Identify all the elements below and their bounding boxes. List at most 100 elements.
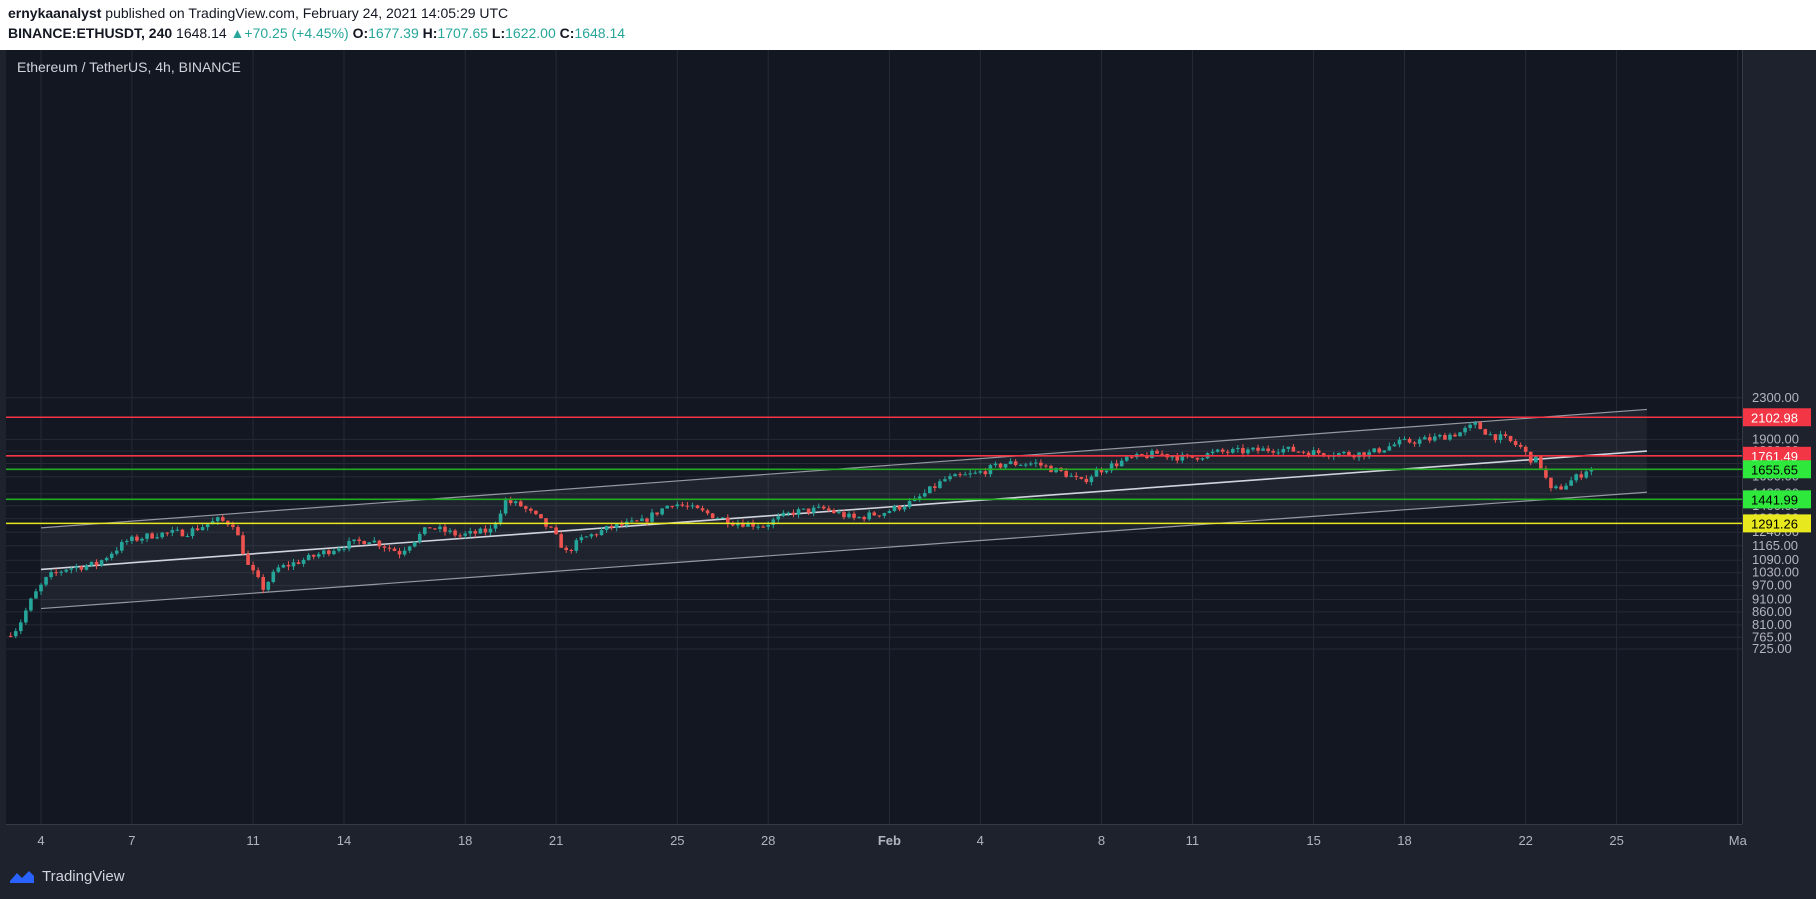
candle-body: [776, 516, 781, 520]
candle-body: [1458, 432, 1462, 437]
candle-body: [806, 508, 811, 513]
candle-body: [39, 584, 43, 592]
candle-body: [564, 547, 568, 551]
candle-body: [286, 564, 291, 567]
candle-body: [59, 571, 63, 573]
candle-body: [69, 568, 74, 570]
candle-body: [135, 536, 139, 541]
candle-body: [150, 533, 154, 539]
author-name[interactable]: ernykaanalyst: [8, 5, 101, 21]
price-change: +70.25 (+4.45%): [244, 25, 349, 41]
candle-body: [1316, 450, 1321, 454]
candle-body: [534, 510, 538, 515]
level-price-label: 2102.98: [1751, 410, 1798, 425]
candle-body: [170, 530, 175, 533]
candle-body: [1200, 458, 1205, 460]
candle-body: [306, 554, 311, 560]
candle-body: [1089, 476, 1094, 483]
candle-body: [1448, 434, 1452, 440]
tradingview-logo-icon: [10, 871, 34, 883]
candle-body: [402, 550, 407, 555]
candle-body: [155, 537, 159, 539]
time-tick-label: Feb: [878, 833, 901, 848]
candle-body: [1074, 475, 1079, 478]
candle-body: [1114, 463, 1119, 467]
time-tick-label: 18: [458, 833, 472, 848]
candle-body: [1215, 449, 1220, 452]
candle-body: [756, 526, 760, 528]
candle-body: [84, 565, 89, 570]
candle-body: [958, 474, 962, 476]
candle-body: [862, 516, 866, 520]
candle-body: [842, 512, 846, 518]
candle-body: [1220, 449, 1225, 452]
candle-body: [1397, 439, 1402, 445]
candle-body: [1251, 447, 1255, 450]
open-value: 1677.39: [368, 25, 419, 41]
candle-body: [559, 534, 563, 548]
candle-body: [1241, 447, 1245, 454]
candle-body: [630, 520, 634, 522]
candle-body: [271, 571, 276, 582]
level-price-label: 1291.26: [1751, 516, 1798, 531]
candle-body: [327, 550, 331, 555]
candle-body: [503, 500, 508, 514]
candle-body: [1422, 437, 1427, 440]
publish-info: ernykaanalyst published on TradingView.c…: [8, 5, 508, 21]
candle-body: [1261, 448, 1265, 451]
candle-body: [922, 493, 927, 497]
candle-body: [322, 550, 326, 555]
open-label: O:: [352, 25, 369, 41]
candle-body: [1498, 434, 1503, 441]
candle-body: [1347, 452, 1351, 456]
price-tick-label: 1165.00: [1752, 538, 1798, 553]
candle-body: [488, 528, 493, 533]
candle-body: [761, 526, 765, 528]
candle-body: [1018, 464, 1023, 466]
candle-body: [1195, 457, 1200, 460]
high-label: H:: [422, 25, 438, 41]
candle-body: [276, 567, 281, 572]
low-value: 1622.00: [505, 25, 556, 41]
candle-body: [680, 504, 685, 506]
candle-body: [412, 541, 417, 547]
chart-area[interactable]: 725.00 765.00 810.00 860.00 910.00 970.00 1030…: [0, 50, 1816, 856]
candle-body: [342, 548, 346, 550]
brand[interactable]: TradingView: [8, 867, 125, 885]
candle-body: [1155, 450, 1159, 454]
candle-body: [473, 531, 478, 534]
candle-body: [700, 508, 705, 511]
candle-body: [1478, 422, 1483, 430]
candle-body: [120, 542, 124, 551]
price-tick-label: 1900.00: [1752, 431, 1799, 446]
candle-body: [1574, 474, 1578, 481]
candle-body: [1044, 465, 1048, 467]
candle-body: [99, 560, 104, 566]
candle-body: [362, 540, 366, 545]
candle-body: [94, 561, 99, 566]
time-tick-label: 28: [761, 833, 775, 848]
price-tick-label: 2300.00: [1752, 390, 1799, 405]
close-label: C:: [559, 25, 575, 41]
candle-body: [423, 527, 427, 535]
candle-body: [1039, 462, 1043, 466]
candle-body: [114, 550, 119, 554]
candle-body: [902, 507, 907, 510]
candle-body: [246, 554, 250, 565]
candle-body: [867, 512, 871, 520]
candle-body: [1564, 485, 1568, 490]
candle-body: [821, 506, 826, 509]
candle-body: [887, 510, 892, 514]
price-chart[interactable]: 725.00765.00810.00860.00910.00970.001030…: [0, 50, 1816, 856]
candle-body: [584, 536, 589, 538]
candle-body: [1427, 437, 1432, 441]
candle-body: [1079, 477, 1084, 479]
candle-body: [1534, 456, 1538, 463]
candle-body: [645, 518, 649, 522]
candle-body: [892, 505, 897, 511]
candle-body: [407, 546, 412, 551]
candle-body: [337, 548, 341, 551]
time-tick-label: Ma: [1729, 833, 1748, 848]
candle-body: [1210, 451, 1215, 454]
candle-body: [1513, 441, 1518, 445]
